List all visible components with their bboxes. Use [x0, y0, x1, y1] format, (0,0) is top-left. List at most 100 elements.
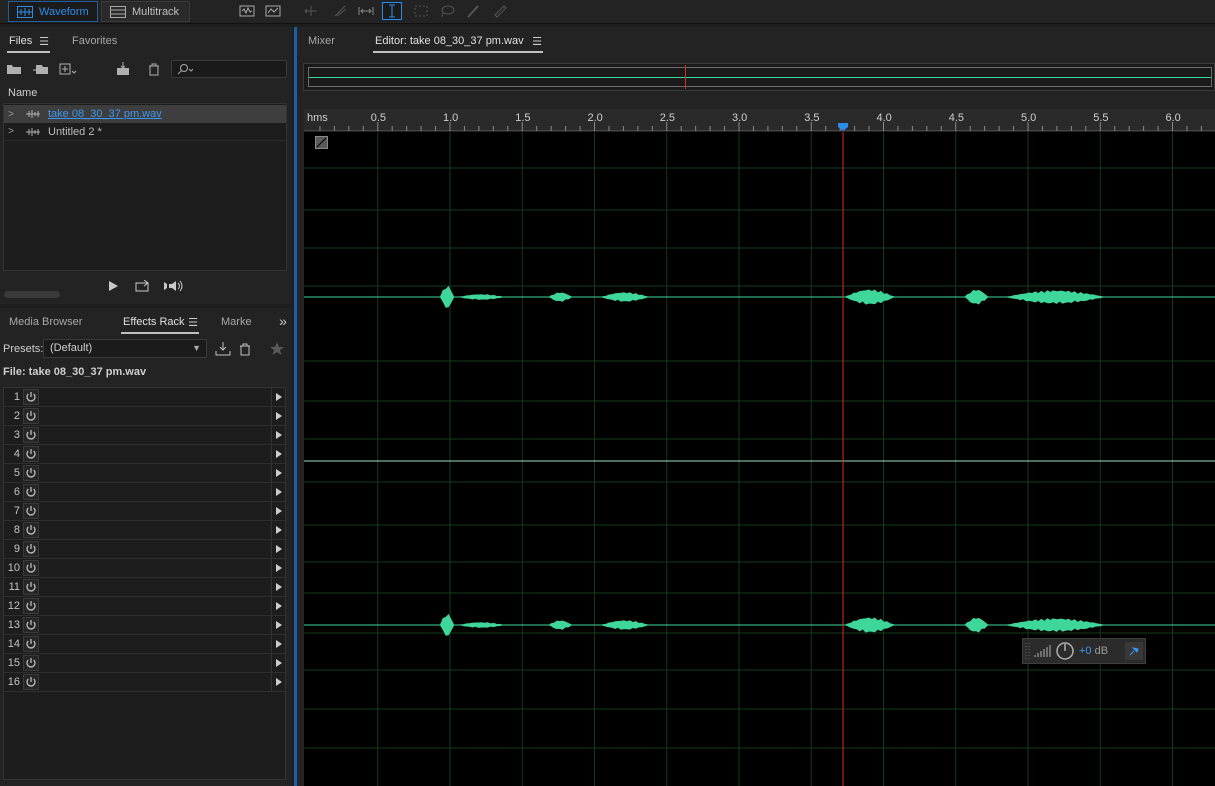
arrow-right-icon[interactable] — [271, 654, 285, 672]
effect-slot-field[interactable] — [39, 445, 271, 463]
knob-icon[interactable] — [1055, 641, 1075, 661]
star-icon[interactable] — [268, 341, 286, 357]
waveform-view-icon[interactable] — [237, 2, 257, 20]
effect-slot-field[interactable] — [39, 559, 271, 577]
power-icon[interactable] — [23, 389, 39, 405]
power-icon[interactable] — [23, 579, 39, 595]
move-tool-icon[interactable] — [301, 2, 321, 20]
insert-icon[interactable] — [115, 61, 135, 77]
more-tabs-icon[interactable]: » — [276, 313, 290, 329]
presets-dropdown[interactable]: (Default) ▼ — [43, 339, 207, 358]
lasso-tool-icon[interactable] — [437, 2, 457, 20]
effects-rack-slot[interactable]: 1 — [4, 388, 285, 407]
file-row[interactable]: > take 08_30_37 pm.wav — [4, 105, 286, 123]
marquee-tool-icon[interactable] — [411, 2, 431, 20]
overview-bar[interactable] — [303, 63, 1215, 91]
arrow-right-icon[interactable] — [271, 616, 285, 634]
effects-rack-slot[interactable]: 13 — [4, 616, 285, 635]
effects-rack-slot[interactable]: 4 — [4, 445, 285, 464]
arrow-right-icon[interactable] — [271, 540, 285, 558]
time-ruler[interactable]: 0.5 1.0 1.5 2.0 2.5 3.0 3.5 4.0 4.5 5.0 5.5 6.0 hms — [304, 109, 1215, 131]
effects-rack-slot[interactable]: 3 — [4, 426, 285, 445]
gain-hud[interactable]: +0 dB — [1022, 638, 1146, 664]
trash-icon[interactable] — [146, 61, 162, 77]
overview-zoom-window[interactable] — [308, 65, 1212, 89]
effects-rack-slot[interactable]: 2 — [4, 407, 285, 426]
tab-markers[interactable]: Marke — [221, 316, 252, 328]
arrow-right-icon[interactable] — [271, 597, 285, 615]
loop-icon[interactable] — [135, 279, 151, 293]
effect-slot-field[interactable] — [39, 464, 271, 482]
search-input[interactable] — [171, 60, 287, 78]
expand-icon[interactable]: > — [4, 126, 18, 137]
effect-slot-field[interactable] — [39, 597, 271, 615]
power-icon[interactable] — [23, 522, 39, 538]
open-folder-icon[interactable] — [5, 61, 23, 77]
effects-menu-icon[interactable]: ☰ — [188, 316, 198, 329]
arrow-right-icon[interactable] — [271, 464, 285, 482]
effect-slot-field[interactable] — [39, 426, 271, 444]
effects-rack-slot[interactable]: 10 — [4, 559, 285, 578]
expand-icon[interactable]: > — [4, 109, 18, 120]
effect-slot-field[interactable] — [39, 388, 271, 406]
files-menu-icon[interactable]: ☰ — [39, 35, 49, 48]
effects-rack-slot[interactable]: 16 — [4, 673, 285, 692]
arrow-right-icon[interactable] — [271, 559, 285, 577]
effects-rack-slot[interactable]: 7 — [4, 502, 285, 521]
autoplay-icon[interactable] — [163, 279, 185, 293]
power-icon[interactable] — [23, 560, 39, 576]
arrow-right-icon[interactable] — [271, 673, 285, 691]
effect-slot-field[interactable] — [39, 616, 271, 634]
spectral-view-icon[interactable] — [263, 2, 283, 20]
razor-tool-icon[interactable] — [330, 2, 350, 20]
effect-slot-field[interactable] — [39, 483, 271, 501]
power-icon[interactable] — [23, 446, 39, 462]
download-icon[interactable] — [214, 341, 232, 357]
time-selection-tool-icon[interactable] — [382, 2, 402, 20]
power-icon[interactable] — [23, 655, 39, 671]
tab-favorites[interactable]: Favorites — [72, 35, 117, 47]
import-icon[interactable] — [32, 61, 50, 77]
effects-rack-slot[interactable]: 12 — [4, 597, 285, 616]
slip-tool-icon[interactable] — [356, 2, 376, 20]
power-icon[interactable] — [23, 598, 39, 614]
tab-mixer[interactable]: Mixer — [308, 35, 335, 47]
waveform-display[interactable]: +0 dB — [304, 132, 1215, 786]
files-scrollbar[interactable] — [4, 291, 60, 298]
new-file-icon[interactable] — [58, 61, 78, 77]
effects-rack-slot[interactable]: 14 — [4, 635, 285, 654]
power-icon[interactable] — [23, 617, 39, 633]
power-icon[interactable] — [23, 465, 39, 481]
power-icon[interactable] — [23, 541, 39, 557]
power-icon[interactable] — [23, 484, 39, 500]
hud-toggle-icon[interactable] — [315, 136, 328, 149]
arrow-right-icon[interactable] — [271, 388, 285, 406]
arrow-right-icon[interactable] — [271, 578, 285, 596]
effect-slot-field[interactable] — [39, 521, 271, 539]
tab-media-browser[interactable]: Media Browser — [9, 316, 82, 328]
effects-rack-slot[interactable]: 11 — [4, 578, 285, 597]
effect-slot-field[interactable] — [39, 654, 271, 672]
brush-tool-icon[interactable] — [463, 2, 483, 20]
effect-slot-field[interactable] — [39, 673, 271, 691]
effects-rack-slot[interactable]: 8 — [4, 521, 285, 540]
effects-rack-slot[interactable]: 15 — [4, 654, 285, 673]
effects-rack-slot[interactable]: 9 — [4, 540, 285, 559]
power-icon[interactable] — [23, 427, 39, 443]
play-icon[interactable] — [106, 279, 120, 293]
effect-slot-field[interactable] — [39, 502, 271, 520]
arrow-right-icon[interactable] — [271, 426, 285, 444]
trash-icon[interactable] — [237, 341, 253, 357]
multitrack-mode-button[interactable]: Multitrack — [101, 1, 190, 22]
tab-files[interactable]: Files — [9, 35, 32, 47]
tab-effects-rack[interactable]: Effects Rack — [123, 316, 185, 328]
arrow-right-icon[interactable] — [271, 502, 285, 520]
effect-slot-field[interactable] — [39, 407, 271, 425]
tab-editor[interactable]: Editor: take 08_30_37 pm.wav — [375, 35, 524, 47]
effect-slot-field[interactable] — [39, 635, 271, 653]
name-column-header[interactable]: Name — [8, 87, 37, 99]
power-icon[interactable] — [23, 503, 39, 519]
power-icon[interactable] — [23, 408, 39, 424]
arrow-right-icon[interactable] — [271, 483, 285, 501]
effects-rack-slot[interactable]: 5 — [4, 464, 285, 483]
